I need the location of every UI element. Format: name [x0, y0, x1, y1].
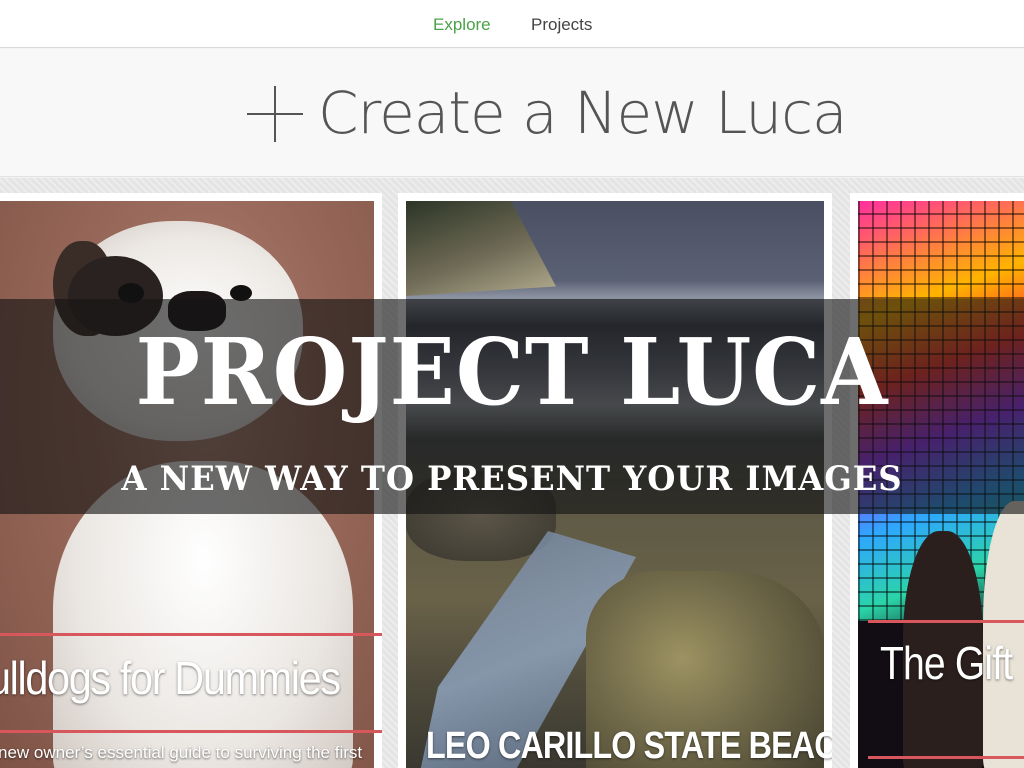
tab-explore[interactable]: Explore — [433, 15, 491, 35]
plus-icon — [247, 86, 303, 142]
title-rule-top — [0, 633, 382, 636]
card-description: new owner’s essential guide to surviving… — [0, 743, 363, 762]
title-rule-bottom — [868, 756, 1024, 759]
card-title: The Gift — [880, 637, 1013, 689]
tab-projects[interactable]: Projects — [531, 15, 592, 35]
title-rule-top — [868, 620, 1024, 623]
hero-subtitle: A NEW WAY TO PRESENT YOUR IMAGES — [121, 459, 903, 499]
hero-title: PROJECT LUCA — [135, 318, 889, 426]
create-new-button[interactable]: Create a New Luca — [0, 49, 1024, 177]
top-nav: Explore Projects — [0, 0, 1024, 48]
title-rule-bottom — [0, 730, 382, 733]
card-title: ulldogs for Dummies — [0, 652, 341, 704]
create-new-label: Create a New Luca — [318, 79, 848, 147]
card-title: LEO CARILLO STATE BEACH — [426, 725, 832, 767]
